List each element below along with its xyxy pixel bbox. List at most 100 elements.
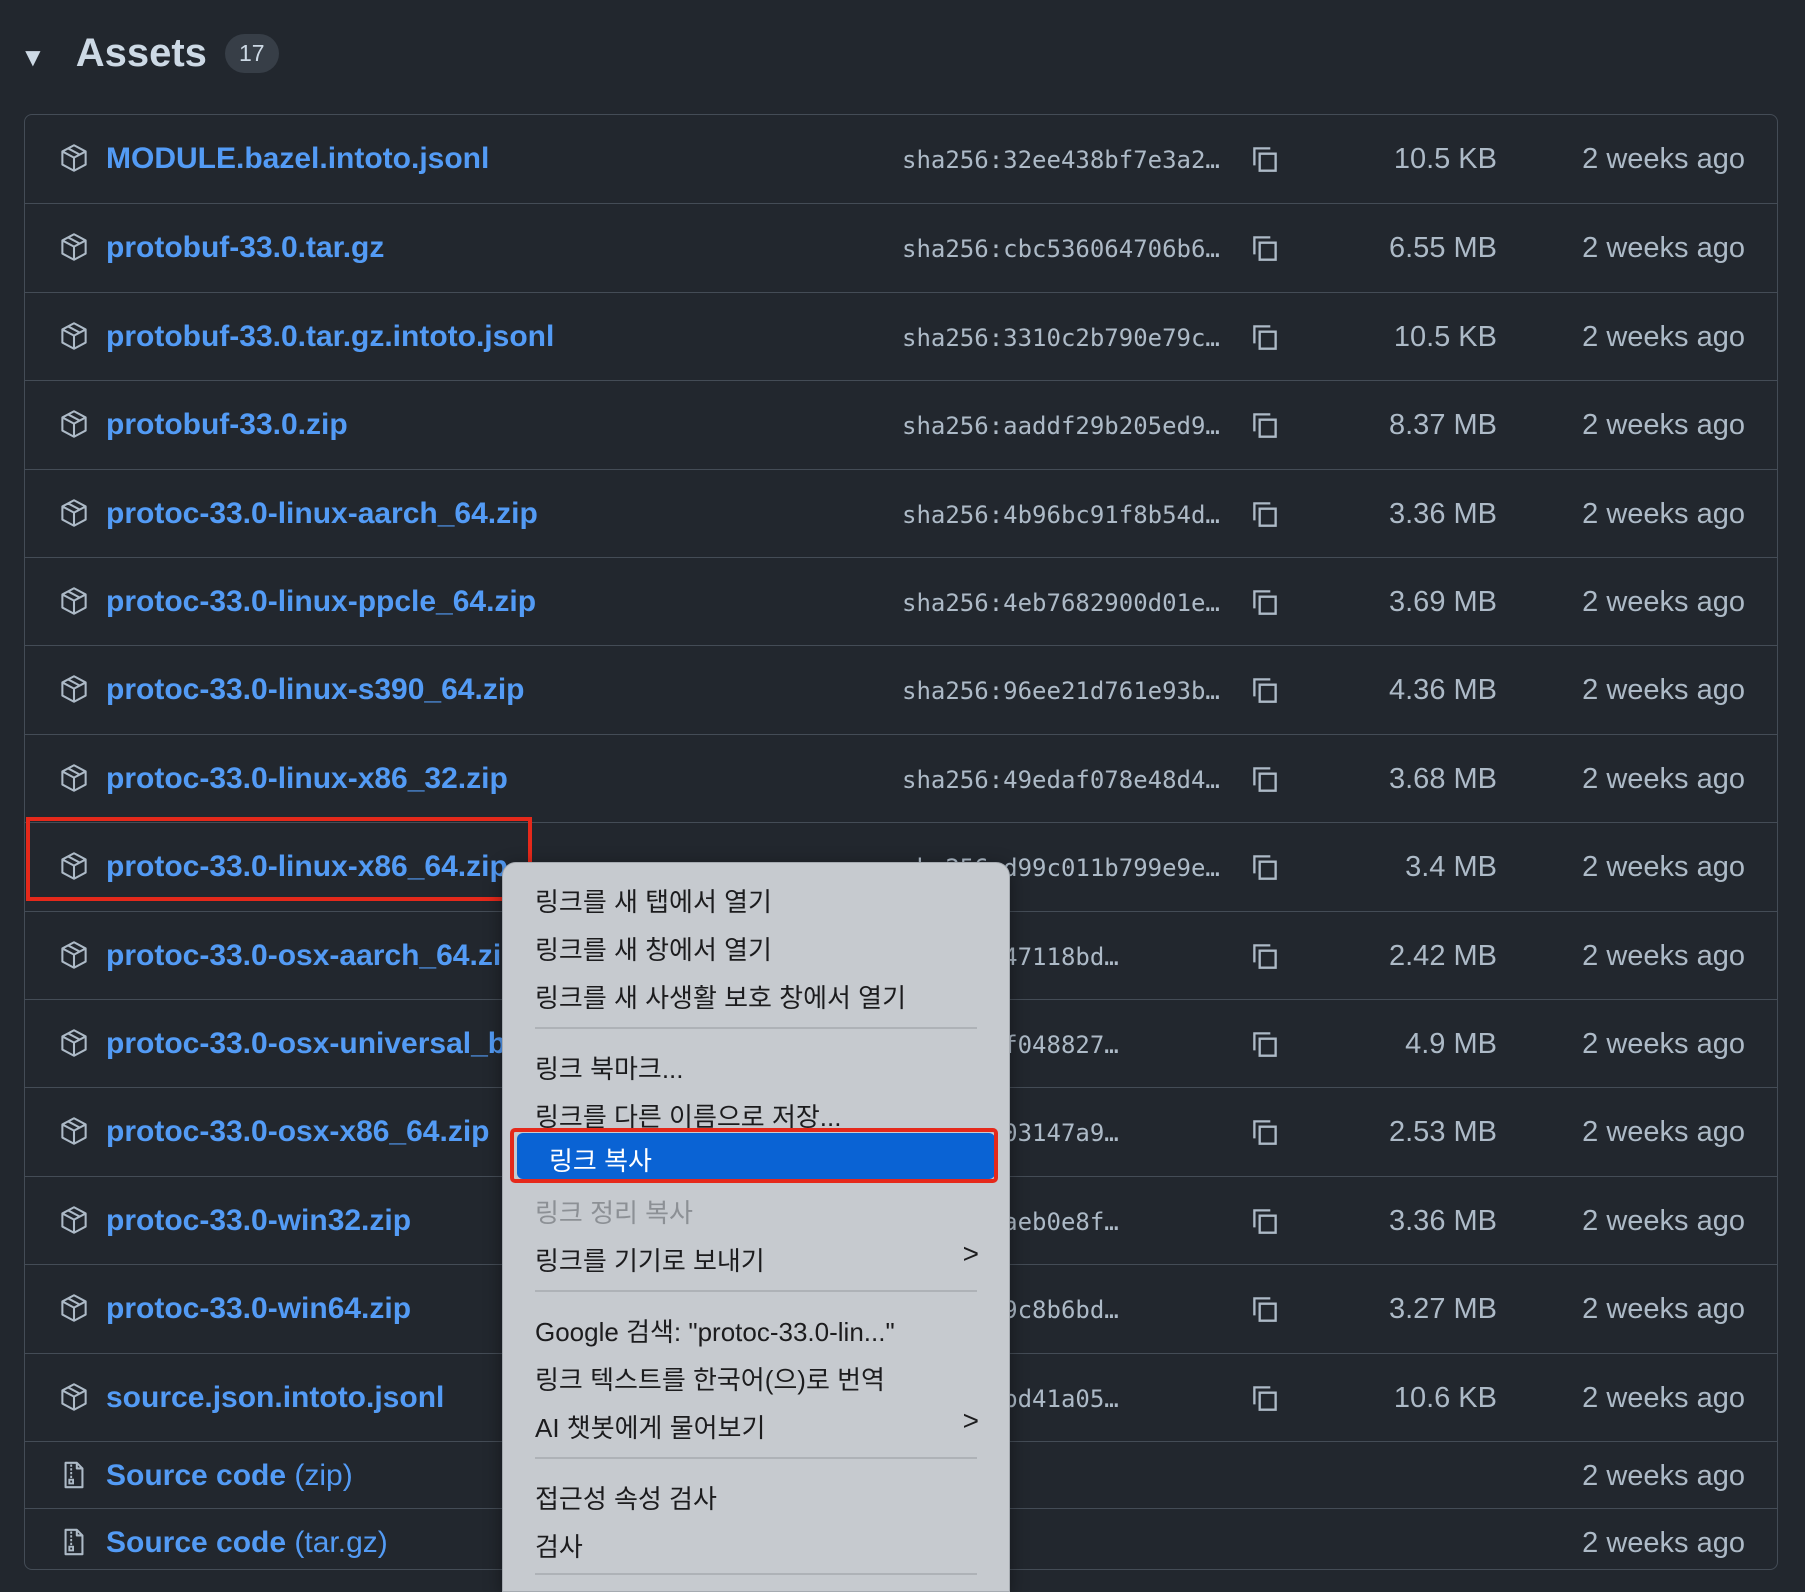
- copy-icon[interactable]: [1248, 939, 1282, 973]
- asset-link[interactable]: protobuf-33.0.zip: [106, 408, 348, 442]
- copy-icon[interactable]: [1248, 408, 1282, 442]
- asset-link[interactable]: protobuf-33.0.tar.gz: [106, 231, 384, 265]
- copy-icon[interactable]: [1248, 320, 1282, 354]
- asset-link[interactable]: protobuf-33.0.tar.gz.intoto.jsonl: [106, 320, 554, 354]
- asset-date: 2 weeks ago: [1582, 320, 1745, 353]
- asset-link[interactable]: protoc-33.0-osx-aarch_64.zi: [106, 939, 501, 973]
- asset-row: protobuf-33.0.zip sha256:aaddf29b205ed9… 8…: [25, 380, 1777, 468]
- asset-size: 3.68 MB: [1389, 762, 1497, 795]
- copy-icon[interactable]: [1248, 673, 1282, 707]
- copy-icon[interactable]: [1248, 1204, 1282, 1238]
- copy-icon[interactable]: [1248, 231, 1282, 265]
- assets-header[interactable]: ▼ Assets 17: [20, 28, 279, 78]
- package-icon: [59, 763, 89, 795]
- file-zip-icon: [59, 1459, 89, 1491]
- asset-sha256: sha256:aaddf29b205ed9…: [902, 412, 1220, 441]
- asset-sha256: sha256:3310c2b790e79c…: [902, 323, 1220, 352]
- source-code-date: 2 weeks ago: [1582, 1527, 1745, 1559]
- asset-date: 2 weeks ago: [1582, 143, 1745, 175]
- asset-link[interactable]: protoc-33.0-linux-x86_32.zip: [106, 762, 508, 796]
- copy-icon[interactable]: [1248, 1027, 1282, 1061]
- package-icon: [59, 1116, 89, 1148]
- source-code-link[interactable]: Source code (zip): [106, 1459, 353, 1493]
- package-icon: [59, 409, 89, 441]
- asset-size: 3.69 MB: [1389, 586, 1497, 618]
- assets-title: Assets: [75, 30, 207, 75]
- assets-count-badge: 17: [224, 33, 279, 73]
- package-icon: [59, 1028, 89, 1060]
- menu-item-bookmark-link[interactable]: 링크 북마크...: [535, 1049, 684, 1086]
- source-code-date: 2 weeks ago: [1582, 1460, 1745, 1492]
- menu-item-google-search[interactable]: Google 검색: "protoc-33.0-lin...": [535, 1312, 895, 1349]
- menu-separator: [535, 1457, 977, 1459]
- copy-icon[interactable]: [1248, 1115, 1282, 1149]
- menu-item-inspect[interactable]: 검사: [535, 1527, 583, 1564]
- asset-date: 2 weeks ago: [1582, 1381, 1745, 1414]
- asset-date: 2 weeks ago: [1582, 851, 1745, 884]
- asset-date: 2 weeks ago: [1582, 1204, 1745, 1237]
- package-icon: [59, 1205, 89, 1237]
- asset-row: protoc-33.0-linux-aarch_64.zip sha256:4b9…: [25, 468, 1777, 557]
- chevron-right-icon: >: [962, 1405, 979, 1436]
- asset-date: 2 weeks ago: [1582, 1116, 1745, 1149]
- package-icon: [59, 1293, 89, 1325]
- menu-separator: [535, 1027, 977, 1029]
- menu-item-inspect-accessibility[interactable]: 접근성 속성 검사: [535, 1479, 717, 1516]
- copy-icon[interactable]: [1248, 585, 1282, 619]
- asset-date: 2 weeks ago: [1582, 1293, 1745, 1326]
- asset-row: MODULE.bazel.intoto.jsonl sha256:32ee438b…: [25, 115, 1777, 203]
- package-icon: [59, 232, 89, 264]
- asset-sha256: sha256:cbc536064706b6…: [902, 235, 1220, 264]
- menu-item-send-to-device[interactable]: 링크를 기기로 보내기: [535, 1241, 765, 1278]
- asset-link[interactable]: protoc-33.0-win32.zip: [106, 1204, 411, 1238]
- asset-date: 2 weeks ago: [1582, 232, 1745, 265]
- asset-size: 4.9 MB: [1405, 1028, 1497, 1060]
- asset-row: protobuf-33.0.tar.gz.intoto.jsonl sha256:…: [25, 291, 1777, 380]
- asset-sha256: sha256:32ee438bf7e3a2…: [902, 146, 1220, 174]
- asset-size: 10.5 KB: [1393, 143, 1497, 175]
- asset-sha256: sha256:4eb7682900d01e…: [902, 589, 1220, 617]
- asset-date: 2 weeks ago: [1582, 409, 1745, 442]
- asset-row: protoc-33.0-linux-x86_32.zip sha256:49eda…: [25, 733, 1777, 822]
- asset-date: 2 weeks ago: [1582, 674, 1745, 707]
- package-icon: [59, 1382, 89, 1414]
- asset-sha256: sha256:49edaf078e48d4…: [902, 765, 1220, 794]
- asset-size: 10.5 KB: [1393, 320, 1497, 353]
- asset-link[interactable]: protoc-33.0-linux-s390_64.zip: [106, 673, 524, 707]
- asset-link[interactable]: protoc-33.0-linux-ppcle_64.zip: [106, 585, 536, 619]
- copy-icon[interactable]: [1248, 762, 1282, 796]
- copy-icon[interactable]: [1248, 142, 1282, 176]
- menu-item-ask-ai[interactable]: AI 챗봇에게 물어보기: [535, 1408, 765, 1445]
- collapse-triangle-icon[interactable]: ▼: [20, 42, 46, 73]
- package-icon: [59, 674, 89, 706]
- source-code-link[interactable]: Source code (tar.gz): [106, 1526, 388, 1560]
- menu-item-copy-clean-link: 링크 정리 복사: [535, 1198, 693, 1228]
- package-icon: [59, 586, 89, 618]
- menu-item-open-new-tab[interactable]: 링크를 새 탭에서 열기: [535, 882, 772, 919]
- asset-link[interactable]: MODULE.bazel.intoto.jsonl: [106, 142, 489, 176]
- menu-item-open-private-window[interactable]: 링크를 새 사생활 보호 창에서 열기: [535, 978, 906, 1015]
- asset-size: 3.36 MB: [1389, 1204, 1497, 1237]
- asset-link[interactable]: protoc-33.0-osx-x86_64.zip: [106, 1115, 489, 1149]
- menu-item-open-new-window[interactable]: 링크를 새 창에서 열기: [535, 930, 772, 967]
- source-code-format: (tar.gz): [294, 1526, 388, 1559]
- copy-icon[interactable]: [1248, 497, 1282, 531]
- source-code-label: Source code: [106, 1526, 287, 1559]
- menu-item-translate[interactable]: 링크 텍스트를 한국어(으)로 번역: [535, 1360, 885, 1397]
- copy-icon[interactable]: [1248, 1292, 1282, 1326]
- asset-size: 3.27 MB: [1389, 1293, 1497, 1326]
- asset-link[interactable]: source.json.intoto.jsonl: [106, 1381, 444, 1415]
- highlight-box-link: [26, 817, 532, 901]
- asset-link[interactable]: protoc-33.0-linux-aarch_64.zip: [106, 497, 538, 531]
- copy-icon[interactable]: [1248, 1381, 1282, 1415]
- package-icon: [59, 498, 89, 530]
- asset-row: protobuf-33.0.tar.gz sha256:cbc536064706b…: [25, 203, 1777, 291]
- asset-link[interactable]: protoc-33.0-win64.zip: [106, 1292, 411, 1326]
- asset-link[interactable]: protoc-33.0-osx-universal_bi: [106, 1027, 514, 1061]
- source-code-format: (zip): [294, 1459, 353, 1492]
- asset-row: protoc-33.0-linux-s390_64.zip sha256:96ee…: [25, 645, 1777, 733]
- asset-sha256: sha256:4b96bc91f8b54d…: [902, 500, 1220, 529]
- asset-date: 2 weeks ago: [1582, 762, 1745, 795]
- copy-icon[interactable]: [1248, 850, 1282, 884]
- menu-separator: [535, 1290, 977, 1292]
